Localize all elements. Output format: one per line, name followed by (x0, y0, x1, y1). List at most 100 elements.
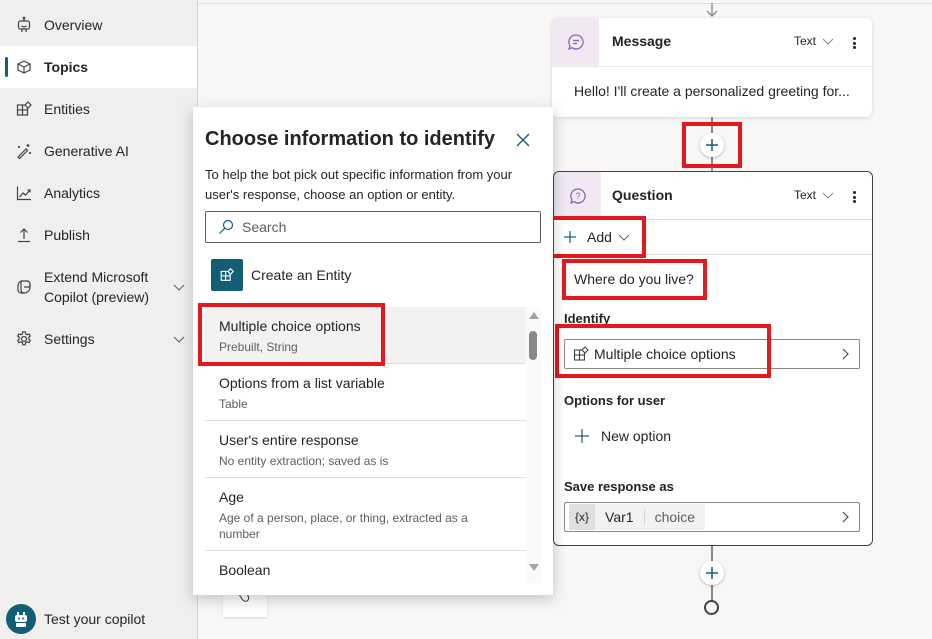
sidebar-item-extend-copilot[interactable]: Extend Microsoft Copilot (preview) (0, 262, 197, 312)
sidebar-item-analytics[interactable]: Analytics (0, 172, 197, 214)
item-subtitle: Age of a person, place, or thing, extrac… (219, 511, 468, 541)
svg-text:?: ? (575, 191, 580, 201)
copilot-icon (15, 278, 33, 296)
chart-icon (15, 184, 33, 202)
new-option-button[interactable]: New option (574, 428, 671, 444)
item-subtitle: Prebuilt, String (219, 340, 298, 354)
add-node-button[interactable] (700, 561, 724, 585)
sidebar-item-label: Generative AI (44, 143, 129, 159)
message-node[interactable]: Message Text Hello! I'll create a person… (552, 18, 872, 117)
sidebar-item-settings[interactable]: Settings (0, 318, 197, 360)
list-item[interactable]: Multiple choice options Prebuilt, String (205, 307, 526, 364)
chat-bubble-icon (567, 34, 584, 51)
sidebar-item-label: Extend Microsoft Copilot (preview) (44, 267, 149, 307)
sidebar-item-publish[interactable]: Publish (0, 214, 197, 256)
entity-list: Multiple choice options Prebuilt, String… (205, 307, 526, 583)
list-item[interactable]: User's entire response No entity extract… (205, 421, 526, 478)
sidebar-item-entities[interactable]: Entities (0, 88, 197, 130)
bot-avatar-icon (6, 604, 36, 634)
variable-name: Var1 (595, 509, 645, 525)
list-scrollbar[interactable] (526, 307, 541, 583)
plus-icon (575, 429, 589, 443)
chevron-down-icon (822, 38, 834, 45)
question-icon-container: ? (554, 172, 601, 219)
sidebar-item-overview[interactable]: Overview (0, 4, 197, 46)
label-line-1: Extend Microsoft (44, 269, 149, 285)
identify-value: Multiple choice options (594, 346, 736, 362)
dialog-description: To help the bot pick out specific inform… (205, 167, 513, 202)
entity-icon (573, 346, 589, 361)
scrollbar-thumb[interactable] (529, 331, 537, 360)
canvas-top-border (198, 3, 932, 4)
item-title: User's entire response (219, 432, 359, 448)
plus-icon (706, 139, 718, 151)
sidebar-item-generative-ai[interactable]: Generative AI (0, 130, 197, 172)
question-node[interactable]: ? Question Text Add Where do you live? I… (553, 171, 873, 546)
list-item[interactable]: Age Age of a person, place, or thing, ex… (205, 478, 526, 551)
chevron-down-icon[interactable] (172, 332, 186, 346)
choose-information-dialog: Choose information to identify To help t… (193, 107, 553, 595)
identify-label: Identify (564, 311, 611, 326)
item-title: Options from a list variable (219, 375, 385, 391)
item-title: Age (219, 489, 244, 505)
search-icon (219, 219, 234, 234)
identify-selector[interactable]: Multiple choice options (564, 339, 860, 369)
question-node-title: Question (612, 187, 673, 203)
message-icon-container (552, 18, 599, 66)
sidebar-item-label: Publish (44, 227, 90, 243)
bot-icon (15, 16, 33, 34)
dialog-title: Choose information to identify (205, 128, 495, 150)
close-icon[interactable] (515, 132, 531, 148)
search-field[interactable] (205, 211, 541, 243)
create-entity-label: Create an Entity (251, 267, 352, 283)
upload-icon (15, 226, 33, 244)
new-option-label: New option (601, 428, 672, 444)
add-node-button[interactable] (700, 133, 724, 157)
save-response-label: Save response as (564, 479, 674, 494)
magic-wand-icon (15, 142, 33, 160)
active-indicator (5, 57, 8, 77)
scroll-up-arrow-icon[interactable] (529, 312, 539, 319)
label-line-2: Copilot (preview) (44, 289, 150, 305)
question-bubble-icon: ? (569, 187, 586, 204)
plus-icon (564, 231, 576, 243)
type-label: Text (794, 188, 817, 202)
cube-icon (15, 58, 33, 76)
item-title: Multiple choice options (219, 318, 361, 334)
more-options-icon[interactable] (849, 188, 859, 206)
scroll-down-arrow-icon[interactable] (529, 564, 539, 571)
sidebar-item-label: Topics (44, 59, 89, 75)
save-response-variable[interactable]: {x} Var1 choice (564, 502, 860, 532)
add-button[interactable]: Add (563, 229, 630, 245)
divider (552, 66, 872, 67)
search-input[interactable] (242, 219, 532, 235)
chevron-down-icon (822, 192, 834, 199)
message-type-dropdown[interactable]: Text (794, 34, 834, 48)
create-entity-button[interactable]: Create an Entity (211, 259, 351, 291)
variable-icon: {x} (569, 504, 596, 530)
add-label: Add (587, 229, 612, 245)
question-text[interactable]: Where do you live? (574, 271, 694, 287)
more-options-icon[interactable] (849, 34, 859, 52)
sidebar-item-topics[interactable]: Topics (0, 46, 197, 88)
divider (554, 254, 872, 255)
message-node-title: Message (612, 33, 672, 49)
sidebar-item-label: Entities (44, 101, 90, 117)
plus-icon (706, 567, 718, 579)
chevron-right-icon (842, 511, 849, 523)
test-copilot-button[interactable]: Test your copilot (6, 604, 145, 634)
test-copilot-label: Test your copilot (44, 611, 146, 627)
variable-type: choice (654, 509, 696, 525)
message-text[interactable]: Hello! I'll create a personalized greeti… (574, 83, 850, 99)
chevron-down-icon[interactable] (172, 280, 186, 294)
options-label: Options for user (564, 393, 666, 408)
question-type-dropdown[interactable]: Text (794, 188, 834, 202)
sidebar-item-label: Analytics (44, 185, 101, 201)
sidebar: Overview Topics Entities Generative AI A… (0, 0, 198, 639)
sidebar-item-label: Settings (44, 331, 95, 347)
item-title: Boolean (219, 562, 271, 578)
end-node (704, 600, 719, 615)
list-item[interactable]: Boolean (205, 551, 526, 583)
list-item[interactable]: Options from a list variable Table (205, 364, 526, 421)
gear-icon (15, 330, 33, 348)
